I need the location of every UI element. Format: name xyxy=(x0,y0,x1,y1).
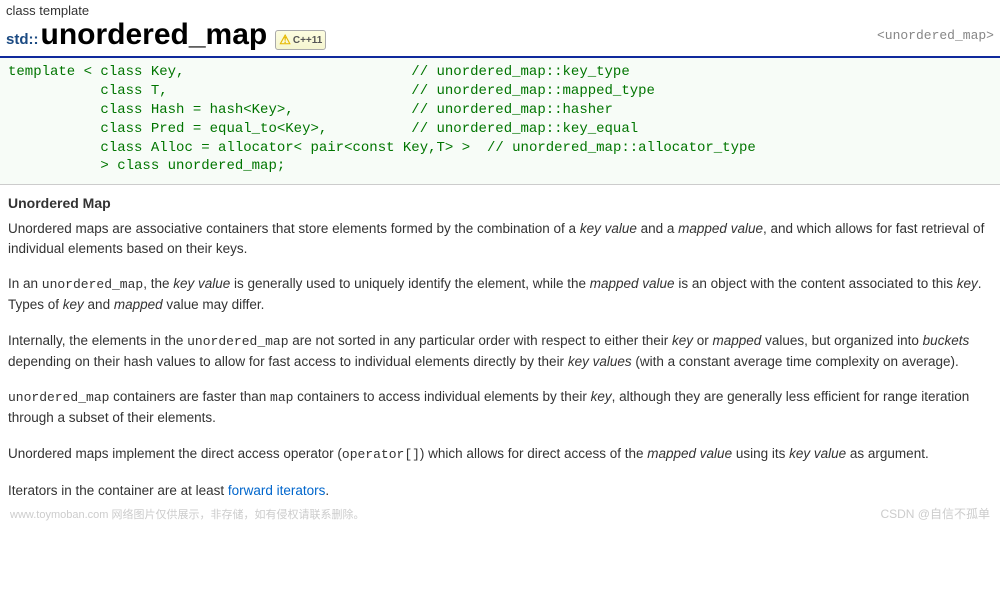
cpp11-badge: ⚠C++11 xyxy=(275,30,326,50)
paragraph: unordered_map containers are faster than… xyxy=(8,387,992,427)
header-breadcrumb: <unordered_map> xyxy=(877,28,994,43)
paragraph: Unordered maps are associative container… xyxy=(8,219,992,258)
template-signature: template < class Key, // unordered_map::… xyxy=(0,56,1000,185)
page-title: std::unordered_map ⚠C++11 xyxy=(6,18,326,52)
badge-text: C++11 xyxy=(293,35,322,46)
watermark-bottom-left: www.toymoban.com 网络图片仅供展示，非存储，如有侵权请联系删除。 xyxy=(10,506,364,522)
class-subtitle: class template xyxy=(6,3,994,18)
namespace: std:: xyxy=(6,31,39,48)
watermark-bottom-right: CSDN @自信不孤单 xyxy=(880,505,990,522)
paragraph: Unordered maps implement the direct acce… xyxy=(8,444,992,465)
forward-iterators-link[interactable]: forward iterators xyxy=(228,483,326,498)
paragraph: Internally, the elements in the unordere… xyxy=(8,331,992,371)
section-heading: Unordered Map xyxy=(8,195,992,211)
warning-icon: ⚠ xyxy=(279,32,291,48)
title-text: unordered_map xyxy=(41,18,268,52)
paragraph: In an unordered_map, the key value is ge… xyxy=(8,274,992,314)
paragraph: Iterators in the container are at least … xyxy=(8,481,992,501)
